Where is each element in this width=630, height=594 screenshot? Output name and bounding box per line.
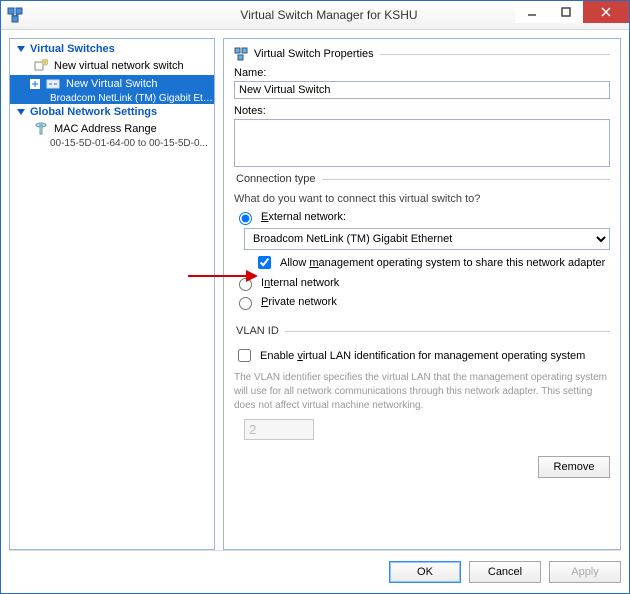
tree-section-virtual-switches[interactable]: Virtual Switches: [10, 41, 214, 57]
app-icon: [7, 7, 23, 23]
allow-mgmt-checkbox[interactable]: [258, 256, 271, 269]
vlan-enable-checkbox[interactable]: [238, 349, 251, 362]
navigation-tree[interactable]: Virtual Switches New virtual network swi…: [9, 38, 215, 550]
tree-item-label: MAC Address Range: [54, 123, 157, 135]
connection-type-legend: Connection type: [234, 173, 322, 185]
tree-item-selected-switch-detail[interactable]: Broadcom NetLink (TM) Gigabit Eth...: [10, 93, 214, 104]
properties-panel: Virtual Switch Properties Name: Notes: C…: [223, 38, 621, 550]
tree-section-global[interactable]: Global Network Settings: [10, 104, 214, 120]
internal-network-option[interactable]: Internal network: [234, 275, 610, 291]
vlan-enable-option[interactable]: Enable virtual LAN identification for ma…: [234, 346, 610, 365]
switch-properties-icon: [234, 47, 248, 61]
internal-network-radio[interactable]: [239, 278, 252, 291]
tree-header-label: Global Network Settings: [30, 106, 157, 118]
vlan-legend: VLAN ID: [234, 325, 285, 337]
vlan-help-text: The VLAN identifier specifies the virtua…: [234, 371, 610, 413]
private-network-radio[interactable]: [239, 297, 252, 310]
vlan-group: VLAN ID Enable virtual LAN identificatio…: [234, 325, 610, 440]
external-label-rest: xternal network:: [268, 211, 346, 223]
section-title: Virtual Switch Properties: [254, 48, 374, 60]
dialog-window: Virtual Switch Manager for KSHU Virtual …: [0, 0, 630, 594]
apply-button[interactable]: Apply: [549, 561, 621, 583]
external-network-radio[interactable]: [239, 212, 252, 225]
external-network-option[interactable]: External network:: [234, 209, 610, 225]
cancel-button[interactable]: Cancel: [469, 561, 541, 583]
vlan-id-input: [244, 419, 314, 440]
connection-type-group: Connection type What do you want to conn…: [234, 173, 610, 313]
new-switch-icon: [34, 59, 48, 73]
adapter-select[interactable]: Broadcom NetLink (TM) Gigabit Ethernet: [244, 228, 610, 250]
titlebar[interactable]: Virtual Switch Manager for KSHU: [1, 1, 629, 30]
connection-question: What do you want to connect this virtual…: [234, 193, 610, 205]
dialog-footer: OK Cancel Apply: [9, 550, 621, 593]
tree-item-mac-range-detail: 00-15-5D-01-64-00 to 00-15-5D-0...: [10, 138, 214, 149]
tree-item-label: New Virtual Switch: [66, 78, 158, 90]
maximize-button[interactable]: [549, 1, 583, 23]
name-label: Name:: [234, 67, 610, 79]
chevron-down-icon: [16, 44, 26, 54]
tree-item-mac-range[interactable]: MAC Address Range: [10, 120, 214, 138]
notes-label: Notes:: [234, 105, 610, 117]
tree-item-selected-switch[interactable]: New Virtual Switch: [10, 75, 214, 93]
close-button[interactable]: [583, 1, 629, 23]
chevron-down-icon: [16, 107, 26, 117]
tree-item-new-switch[interactable]: New virtual network switch: [10, 57, 214, 75]
switch-icon: [46, 77, 60, 91]
name-input[interactable]: [234, 81, 610, 99]
remove-button[interactable]: Remove: [538, 456, 610, 478]
tree-header-label: Virtual Switches: [30, 43, 115, 55]
expander-plus-icon[interactable]: [30, 79, 40, 89]
notes-textarea[interactable]: [234, 119, 610, 167]
allow-mgmt-option[interactable]: Allow management operating system to sha…: [254, 253, 610, 272]
section-divider: [380, 54, 610, 55]
minimize-button[interactable]: [515, 1, 549, 23]
tree-item-label: New virtual network switch: [54, 60, 184, 72]
ok-button[interactable]: OK: [389, 561, 461, 583]
private-network-option[interactable]: Private network: [234, 294, 610, 310]
mac-range-icon: [34, 122, 48, 136]
